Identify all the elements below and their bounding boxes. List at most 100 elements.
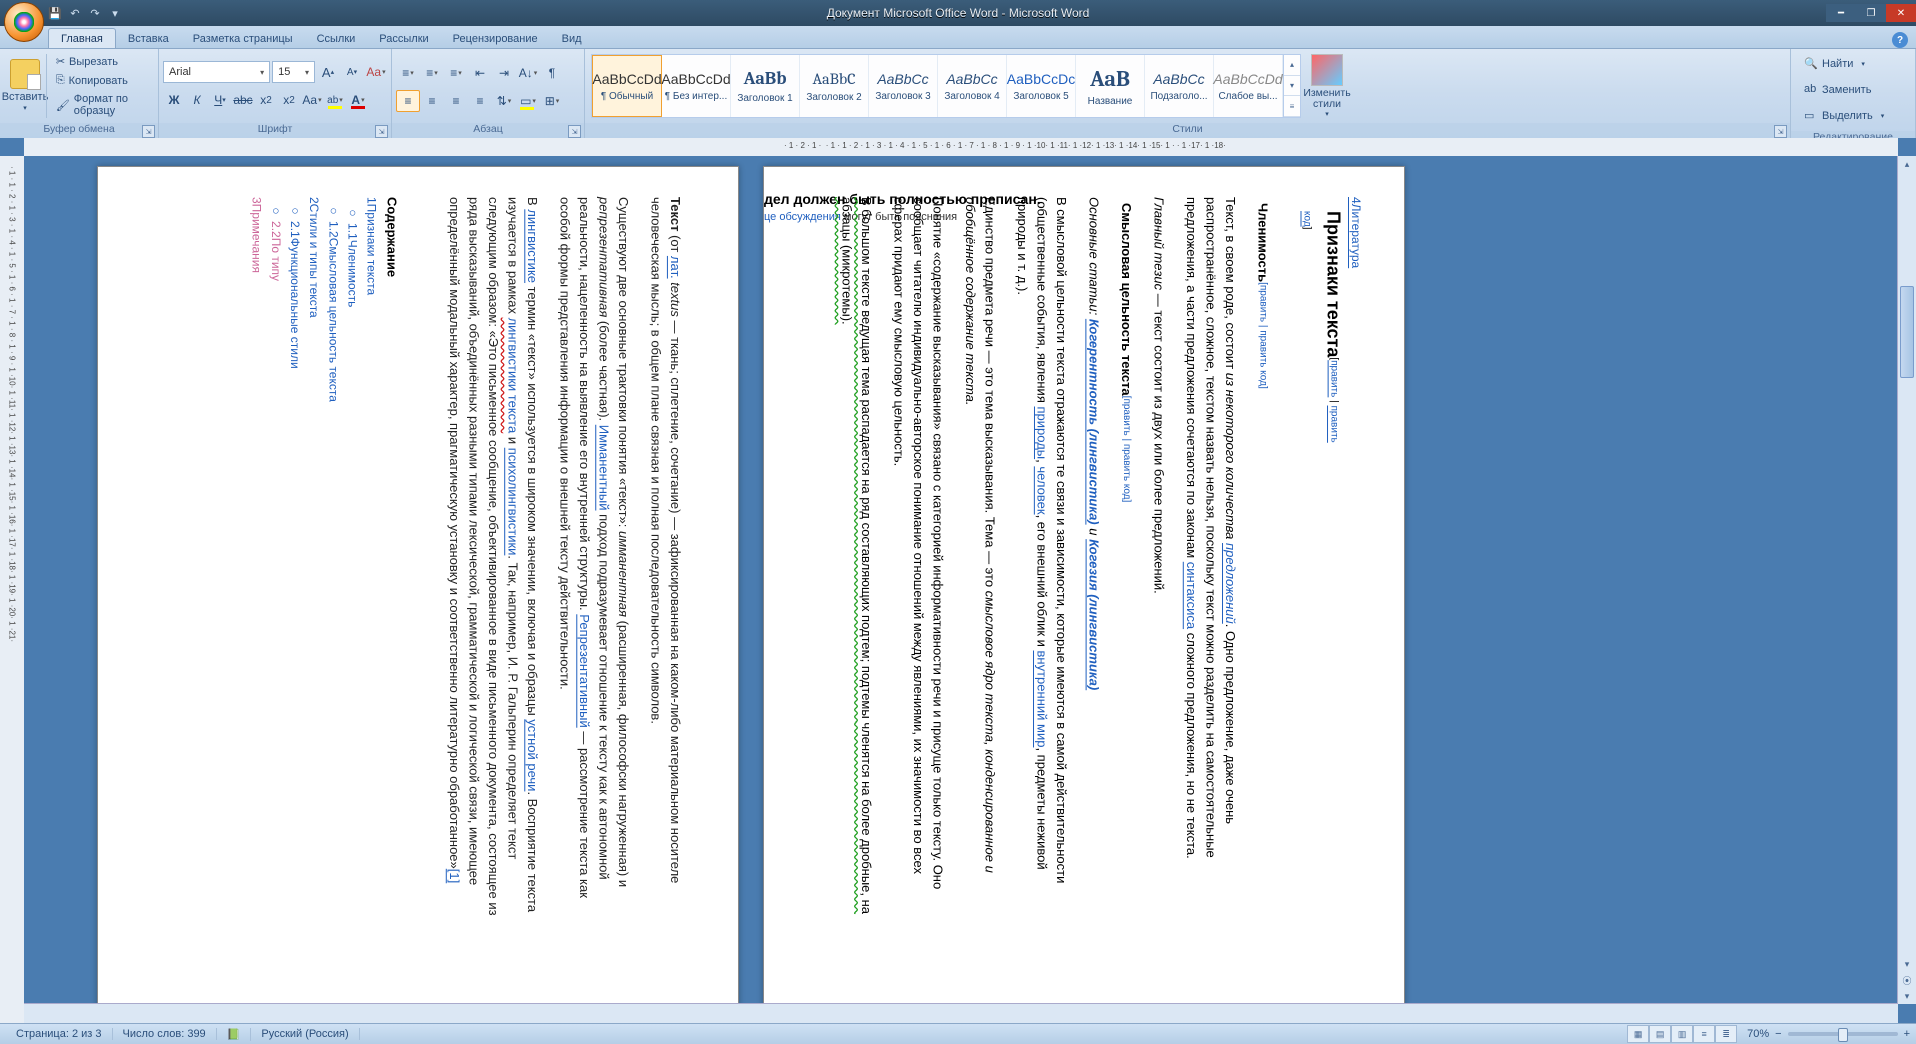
minimize-button[interactable]: ━ [1826,4,1856,22]
status-language[interactable]: Русский (Россия) [251,1028,359,1040]
align-left-button[interactable]: ≡ [396,90,420,112]
styles-launcher[interactable]: ⇲ [1774,125,1787,138]
bullets-button[interactable]: ≡ [396,62,420,84]
view-web[interactable]: ▥ [1671,1025,1693,1043]
zoom-level[interactable]: 70% [1747,1028,1769,1040]
zoom-slider[interactable] [1788,1032,1898,1036]
view-outline[interactable]: ≡ [1693,1025,1715,1043]
zoom-out-button[interactable]: − [1775,1028,1781,1040]
indent-increase-button[interactable]: ⇥ [492,62,516,84]
subscript-button[interactable]: x2 [255,89,277,111]
next-page-icon[interactable]: ▾ [1898,988,1916,1004]
style-subtle[interactable]: AaBbCcDdСлабое вы... [1214,55,1283,117]
brush-icon: 🖌 [56,99,70,112]
grow-font-button[interactable]: A▴ [317,61,339,83]
toc-column: Содержание 1Признаки текста ○ 1.1Членимо… [246,197,401,837]
prev-page-icon[interactable]: ⦿ [1898,972,1916,988]
shrink-font-button[interactable]: A▾ [341,61,363,83]
maximize-button[interactable]: ❐ [1856,4,1886,22]
replace-button[interactable]: abЗаменить [1799,78,1889,102]
style-nospacing[interactable]: AaBbCcDd¶ Без интер... [662,55,731,117]
help-icon[interactable]: ? [1892,32,1908,48]
show-marks-button[interactable]: ¶ [540,62,564,84]
align-justify-button[interactable]: ≡ [468,90,492,112]
change-styles-button[interactable]: Изменить стили▾ [1303,52,1351,120]
close-button[interactable]: ✕ [1886,4,1916,22]
shading-button[interactable]: ▭ [516,90,540,112]
style-heading2[interactable]: AaBbCЗаголовок 2 [800,55,869,117]
style-heading4[interactable]: AaBbCcЗаголовок 4 [938,55,1007,117]
clipboard-label: Буфер обмена [43,123,114,135]
style-title[interactable]: AaBНазвание [1076,55,1145,117]
multilevel-button[interactable]: ≡ [444,62,468,84]
paste-label: Вставить [2,91,49,103]
scissors-icon: ✂ [56,55,65,68]
style-heading1[interactable]: AaBbЗаголовок 1 [731,55,800,117]
body-text-1: Текст (от лат. textus — ткань; сплетение… [432,197,699,917]
bold-button[interactable]: Ж [163,89,185,111]
horizontal-ruler[interactable]: · 1 · 2 · 1 · · 1 · 1 · 2 · 1 · 3 · 1 · … [24,138,1898,157]
office-button[interactable] [4,2,44,42]
qat-redo-icon[interactable]: ↷ [86,4,104,22]
italic-button[interactable]: К [186,89,208,111]
font-launcher[interactable]: ⇲ [375,125,388,138]
view-print-layout[interactable]: ▦ [1627,1025,1649,1043]
style-subtitle[interactable]: AaBbCcПодзаголо... [1145,55,1214,117]
scroll-down-icon[interactable]: ▾ [1898,956,1916,972]
font-name-combo[interactable]: Arial▾ [163,61,270,83]
cut-button[interactable]: ✂Вырезать [51,52,154,71]
status-proof-icon[interactable]: 📗 [217,1028,252,1041]
sort-button[interactable]: A↓ [516,62,540,84]
find-button[interactable]: 🔍Найти▾ [1799,52,1889,76]
align-right-button[interactable]: ≡ [444,90,468,112]
clear-formatting-button[interactable]: Aa [365,61,387,83]
horizontal-scrollbar[interactable] [24,1003,1898,1024]
style-heading3[interactable]: AaBbCcЗаголовок 3 [869,55,938,117]
ribbon-tabs: Главная Вставка Разметка страницы Ссылки… [0,26,1916,49]
align-center-button[interactable]: ≡ [420,90,444,112]
format-painter-button[interactable]: 🖌Формат по образцу [51,90,154,120]
line-spacing-button[interactable]: ⇅ [492,90,516,112]
tab-review[interactable]: Рецензирование [441,29,550,48]
vertical-scrollbar[interactable]: ▴ ▾ ⦿ ▾ [1897,156,1916,1004]
tab-insert[interactable]: Вставка [116,29,181,48]
select-button[interactable]: ▭Выделить▾ [1799,104,1889,128]
superscript-button[interactable]: x2 [278,89,300,111]
indent-decrease-button[interactable]: ⇤ [468,62,492,84]
view-fullscreen[interactable]: ▤ [1649,1025,1671,1043]
font-color-button[interactable]: A [347,89,369,111]
borders-button[interactable]: ⊞ [540,90,564,112]
style-normal[interactable]: AaBbCcDd¶ Обычный [592,55,662,117]
document-area[interactable]: Содержание 1Признаки текста ○ 1.1Членимо… [24,156,1898,1004]
copy-button[interactable]: ⎘Копировать [51,71,154,90]
qat-save-icon[interactable]: 💾 [46,4,64,22]
font-group-label: Шрифт [258,123,293,135]
tab-layout[interactable]: Разметка страницы [181,29,305,48]
gallery-scroll[interactable]: ▴▾≡ [1283,55,1300,117]
view-draft[interactable]: ≣ [1715,1025,1737,1043]
workspace: · 1 · 2 · 1 · · 1 · 1 · 2 · 1 · 3 · 1 · … [0,138,1916,1024]
vertical-ruler[interactable]: · 1 · 1 · 2 · 1 · 3 · 1 · 4 · 1 · 5 · 1 … [0,156,25,1024]
tab-mailings[interactable]: Рассылки [367,29,440,48]
style-heading5[interactable]: AaBbCcDcЗаголовок 5 [1007,55,1076,117]
status-page[interactable]: Страница: 2 из 3 [6,1028,113,1040]
tab-home[interactable]: Главная [48,28,116,48]
change-case-button[interactable]: Aa [301,89,323,111]
zoom-in-button[interactable]: + [1904,1028,1910,1040]
scroll-up-icon[interactable]: ▴ [1898,156,1916,172]
clipboard-launcher[interactable]: ⇲ [142,125,155,138]
tab-references[interactable]: Ссылки [305,29,368,48]
tab-view[interactable]: Вид [550,29,594,48]
copy-icon: ⎘ [56,74,65,87]
status-words[interactable]: Число слов: 399 [113,1028,217,1040]
numbering-button[interactable]: ≡ [420,62,444,84]
paste-button[interactable]: Вставить▾ [4,52,46,120]
strike-button[interactable]: abc [232,89,254,111]
qat-more-icon[interactable]: ▾ [106,4,124,22]
qat-undo-icon[interactable]: ↶ [66,4,84,22]
para-launcher[interactable]: ⇲ [568,125,581,138]
font-size-combo[interactable]: 15▾ [272,61,315,83]
scroll-thumb[interactable] [1900,286,1914,378]
underline-button[interactable]: Ч▾ [209,89,231,111]
highlight-button[interactable]: ab [324,89,346,111]
